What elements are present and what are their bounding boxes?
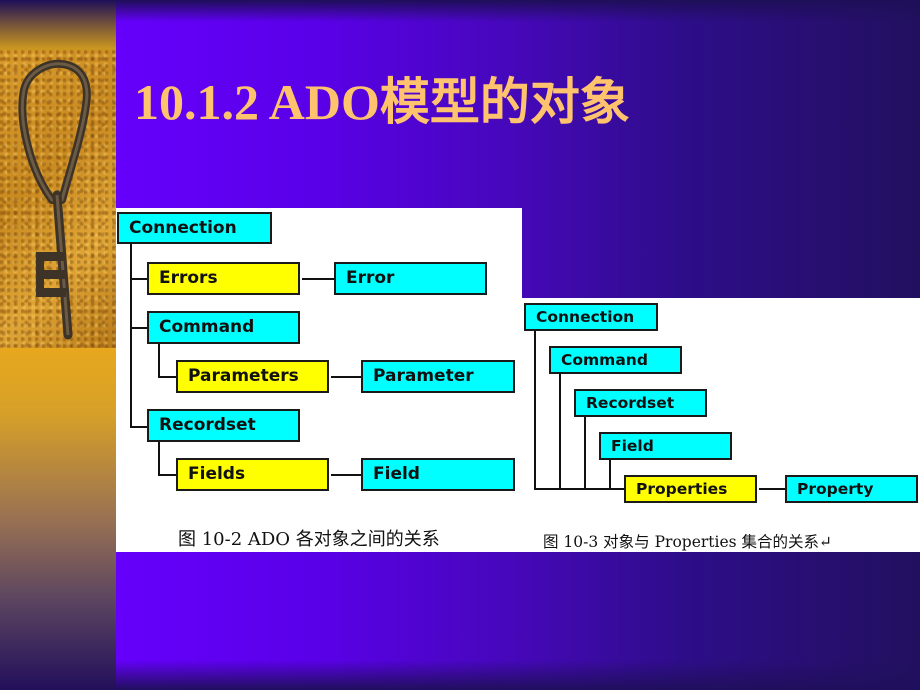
figure-ado-object-relations: Connection Errors Error Command Paramete… [116, 208, 522, 552]
node-command: Command [549, 346, 682, 374]
figure-caption: 图 10-2 ADO 各对象之间的关系 [178, 529, 440, 550]
connector-line [130, 426, 147, 428]
node-recordset: Recordset [574, 389, 707, 417]
node-connection: Connection [117, 212, 272, 244]
node-field: Field [361, 458, 515, 491]
connector-line [158, 474, 176, 476]
node-property: Property [785, 475, 918, 503]
connector-line [158, 442, 160, 476]
node-connection: Connection [524, 303, 658, 331]
connector-line [130, 327, 147, 329]
connector-line [609, 460, 611, 490]
connector-line [130, 278, 147, 280]
connector-line [302, 278, 334, 280]
connector-line [331, 474, 361, 476]
node-recordset: Recordset [147, 409, 300, 442]
connector-line [130, 244, 132, 428]
node-errors: Errors [147, 262, 300, 295]
node-error: Error [334, 262, 487, 295]
node-properties: Properties [624, 475, 757, 503]
connector-line [759, 488, 785, 490]
node-parameter: Parameter [361, 360, 515, 393]
connector-line [534, 331, 536, 490]
node-command: Command [147, 311, 300, 344]
node-field: Field [599, 432, 732, 460]
connector-line [534, 488, 624, 490]
sidebar-decoration [0, 0, 116, 690]
figure-caption: 图 10-3 对象与 Properties 集合的关系↵ [543, 533, 833, 551]
connector-line [158, 376, 176, 378]
node-parameters: Parameters [176, 360, 329, 393]
connector-line [559, 374, 561, 490]
rusty-key-icon [0, 50, 116, 348]
connector-line [158, 344, 160, 378]
node-fields: Fields [176, 458, 329, 491]
connector-line [331, 376, 361, 378]
slide-title: 10.1.2 ADO模型的对象 [134, 74, 630, 130]
connector-line [584, 417, 586, 490]
figure-properties-relations: Connection Command Recordset Field Prope… [521, 298, 920, 552]
